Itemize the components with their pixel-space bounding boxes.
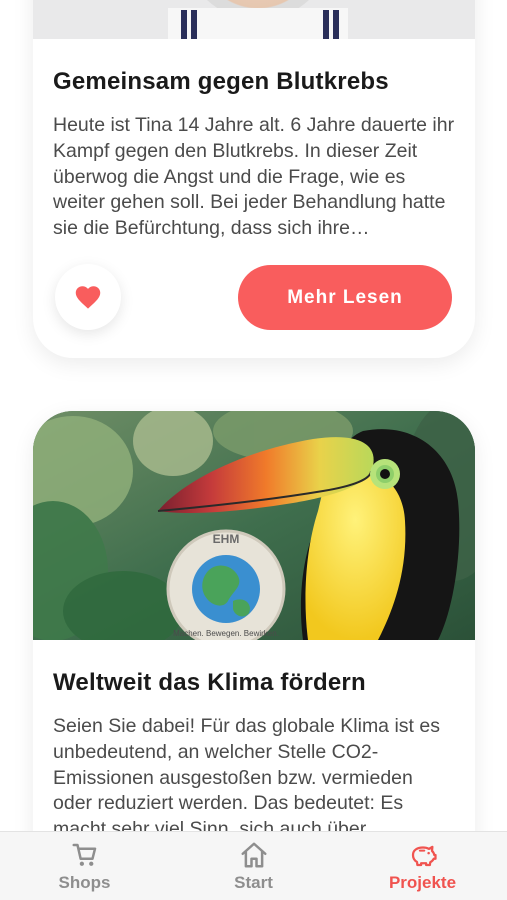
tab-shops[interactable]: Shops [0, 832, 169, 900]
project-image [33, 0, 475, 39]
cart-icon [72, 843, 96, 866]
project-feed[interactable]: Gemeinsam gegen Blutkrebs Heute ist Tina… [0, 0, 507, 900]
project-title: Weltweit das Klima fördern [53, 669, 366, 696]
project-card[interactable]: EHM Machen. Bewegen. Bewirken. Weltweit … [33, 411, 475, 900]
tab-label: Projekte [388, 873, 457, 892]
read-more-button[interactable]: Mehr Lesen [238, 265, 452, 330]
project-excerpt: Heute ist Tina 14 Jahre alt. 6 Jahre dau… [53, 114, 455, 240]
tab-start[interactable]: Start [169, 832, 338, 900]
heart-icon [75, 286, 101, 309]
piggy-bank-icon [411, 845, 437, 867]
bottom-tab-bar: Shops Start Projekte [0, 831, 507, 900]
tab-projects[interactable]: Projekte [338, 832, 507, 900]
favorite-button[interactable] [55, 264, 121, 330]
project-excerpt: Seien Sie dabei! Für das globale Klima i… [53, 715, 440, 841]
toucan-illustration: EHM Machen. Bewegen. Bewirken. [33, 411, 475, 640]
home-icon [241, 842, 266, 868]
tab-label: Start [234, 873, 273, 892]
project-card[interactable]: Gemeinsam gegen Blutkrebs Heute ist Tina… [33, 0, 475, 358]
svg-text:EHM: EHM [213, 532, 240, 546]
project-image: EHM Machen. Bewegen. Bewirken. [33, 411, 475, 640]
project-title: Gemeinsam gegen Blutkrebs [53, 68, 389, 95]
tab-label: Shops [58, 873, 111, 892]
svg-text:Machen. Bewegen. Bewirken.: Machen. Bewegen. Bewirken. [173, 629, 279, 638]
